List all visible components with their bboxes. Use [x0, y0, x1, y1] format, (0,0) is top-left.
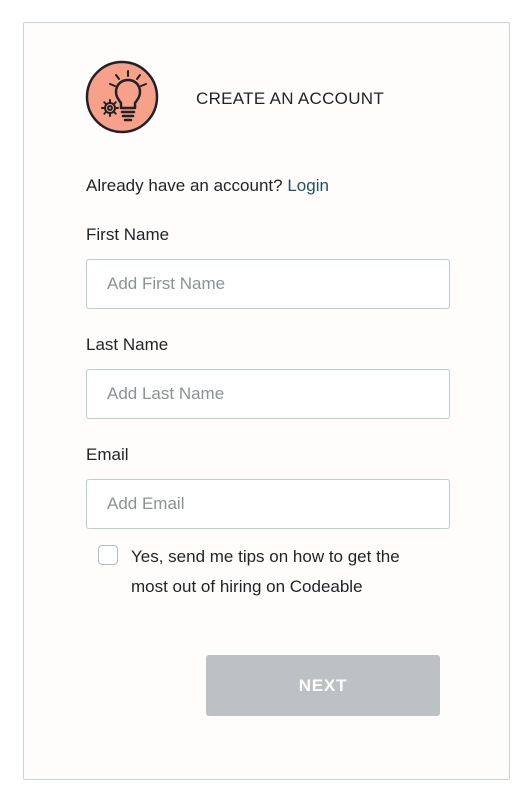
email-label: Email — [86, 445, 129, 464]
login-prompt: Already have an account? Login — [86, 176, 329, 196]
email-input[interactable] — [86, 479, 450, 529]
login-link[interactable]: Login — [287, 176, 329, 195]
last-name-label: Last Name — [86, 335, 169, 354]
lightbulb-gear-icon — [85, 60, 159, 134]
page-title: CREATE AN ACCOUNT — [196, 89, 385, 108]
first-name-input[interactable] — [86, 259, 450, 309]
login-prompt-text: Already have an account? — [86, 176, 283, 195]
tips-checkbox[interactable] — [98, 545, 118, 565]
tips-checkbox-label[interactable]: Yes, send me tips on how to get the most… — [131, 542, 441, 602]
signup-card: CREATE AN ACCOUNT Already have an accoun… — [23, 22, 510, 780]
next-button[interactable]: NEXT — [206, 655, 440, 716]
last-name-input[interactable] — [86, 369, 450, 419]
first-name-label: First Name — [86, 225, 170, 244]
